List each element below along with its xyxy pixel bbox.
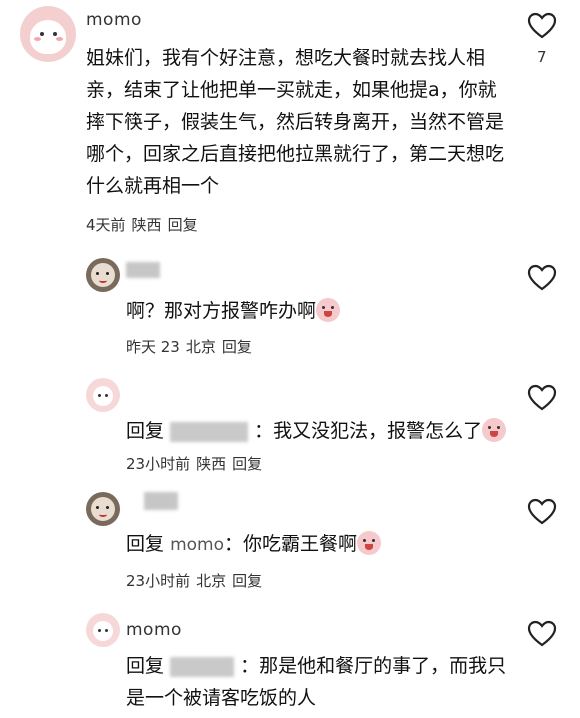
reply-time: 23小时前 xyxy=(126,455,191,473)
reply-text: 回复 ：我又没犯法，报警怎么了 23小时前 陕西 回复 xyxy=(126,415,516,480)
reply-meta: 23小时前 北京 回复 xyxy=(126,570,268,591)
reply-meta: 23小时前 陕西 回复 xyxy=(126,455,268,473)
reply-prefix: 回复 xyxy=(126,533,165,555)
reply-link[interactable]: 回复 xyxy=(232,572,262,590)
reply-text: 回复 ：那是他和餐厅的事了，而我只是一个被请客吃饭的人 xyxy=(126,650,516,714)
heart-outline-icon[interactable] xyxy=(527,498,557,526)
reply-prefix: 回复 xyxy=(126,655,165,677)
avatar[interactable] xyxy=(86,492,120,526)
heart-outline-icon[interactable] xyxy=(527,620,557,648)
reply-link[interactable]: 回复 xyxy=(168,216,198,234)
avatar[interactable] xyxy=(86,258,120,292)
reply-link[interactable]: 回复 xyxy=(232,455,262,473)
comment-meta: 4天前 陕西 回复 xyxy=(86,214,204,235)
comment-location: 陕西 xyxy=(131,216,162,234)
username[interactable]: momo xyxy=(126,620,182,640)
reply-link[interactable]: 回复 xyxy=(222,338,252,356)
reply-body: ：我又没犯法，报警怎么了 xyxy=(254,420,483,442)
reply-time: 23小时前 xyxy=(126,572,191,590)
emoji-icon xyxy=(482,418,507,442)
reply-body: ：你吃霸王餐啊 xyxy=(223,533,357,555)
heart-outline-icon[interactable] xyxy=(527,264,557,292)
comment-text: 姐妹们，我有个好注意，想吃大餐时就去找人相亲，结束了让他把单一买就走，如果他提a… xyxy=(86,47,505,197)
username-blurred xyxy=(170,656,235,677)
reply-time: 昨天 23 xyxy=(126,338,180,356)
like-count: 7 xyxy=(537,48,547,66)
reply-text: 回复 momo：你吃霸王餐啊 xyxy=(126,528,381,561)
heart-outline-icon[interactable] xyxy=(527,12,557,40)
comment-time: 4天前 xyxy=(86,216,126,234)
reply-body: 啊？那对方报警咋办啊 xyxy=(126,300,317,322)
reply-location: 北京 xyxy=(185,338,216,356)
reply-meta: 昨天 23 北京 回复 xyxy=(126,336,258,357)
reply-location: 陕西 xyxy=(196,455,227,473)
username-blurred xyxy=(170,421,249,442)
username-blurred xyxy=(126,262,160,278)
avatar[interactable] xyxy=(20,6,76,62)
username[interactable]: momo xyxy=(86,10,142,30)
emoji-icon xyxy=(316,298,341,322)
reply-text: 啊？那对方报警咋办啊 xyxy=(126,295,341,327)
avatar[interactable] xyxy=(86,378,120,412)
username-blurred xyxy=(144,492,178,510)
reply-target[interactable]: momo xyxy=(170,535,224,555)
heart-outline-icon[interactable] xyxy=(527,384,557,412)
reply-location: 北京 xyxy=(196,572,227,590)
reply-prefix: 回复 xyxy=(126,420,165,442)
emoji-icon xyxy=(357,531,381,555)
avatar[interactable] xyxy=(86,613,120,647)
